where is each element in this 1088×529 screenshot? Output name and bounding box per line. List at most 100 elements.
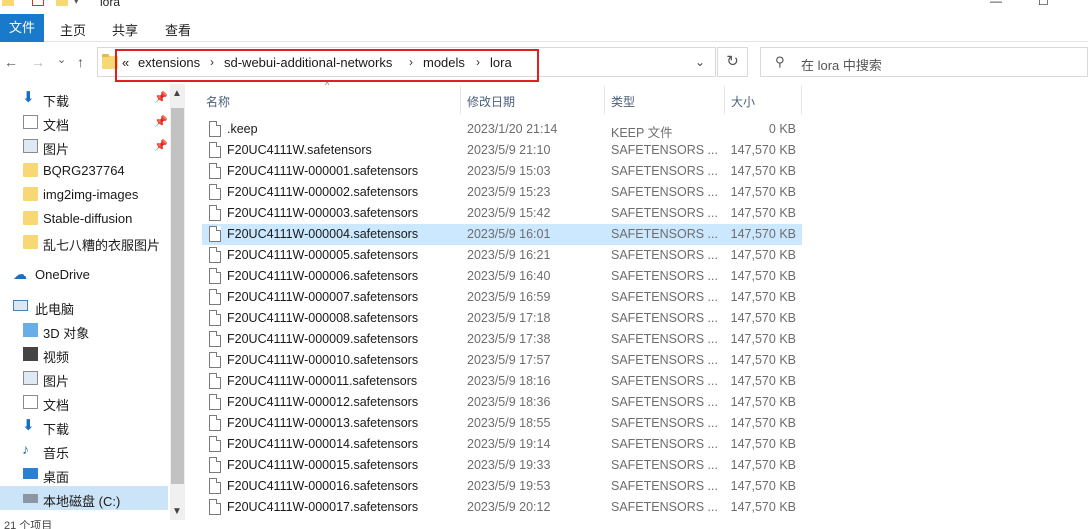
- scroll-up-icon[interactable]: ▲: [172, 88, 182, 99]
- file-row[interactable]: F20UC4111W-000012.safetensors 2023/5/9 18…: [202, 392, 802, 413]
- file-icon: [209, 163, 221, 179]
- column-divider[interactable]: [724, 86, 725, 114]
- file-row[interactable]: F20UC4111W-000004.safetensors 2023/5/9 16…: [202, 224, 802, 245]
- file-row[interactable]: F20UC4111W-000007.safetensors 2023/5/9 16…: [202, 287, 802, 308]
- sidebar-item-stable-diffusion[interactable]: Stable-diffusion: [0, 206, 168, 230]
- forward-button[interactable]: →: [31, 55, 45, 69]
- file-row[interactable]: F20UC4111W-000015.safetensors 2023/5/9 19…: [202, 455, 802, 476]
- file-size: 147,570 KB: [730, 290, 796, 304]
- file-date: 2023/5/9 15:03: [467, 164, 551, 178]
- search-input[interactable]: 在 lora 中搜索: [801, 55, 882, 74]
- file-row[interactable]: F20UC4111W-000010.safetensors 2023/5/9 17…: [202, 350, 802, 371]
- tab-home[interactable]: 主页: [60, 20, 86, 39]
- new-folder-icon[interactable]: [56, 0, 68, 6]
- file-row[interactable]: F20UC4111W-000002.safetensors 2023/5/9 15…: [202, 182, 802, 203]
- sidebar-item-label: Stable-diffusion: [43, 211, 133, 226]
- picture-icon: [23, 371, 38, 385]
- file-row[interactable]: .keep 2023/1/20 21:14 KEEP 文件 0 KB: [202, 119, 802, 140]
- file-row[interactable]: F20UC4111W-000017.safetensors 2023/5/9 20…: [202, 497, 802, 518]
- column-divider[interactable]: [801, 86, 802, 114]
- file-row[interactable]: F20UC4111W-000011.safetensors 2023/5/9 18…: [202, 371, 802, 392]
- sidebar-item-music[interactable]: ♪ 音乐: [0, 438, 168, 462]
- file-size: 147,570 KB: [730, 143, 796, 157]
- sidebar-item-this-pc[interactable]: 此电脑: [0, 294, 168, 318]
- file-icon: [209, 478, 221, 494]
- recent-locations-button[interactable]: ⌄: [57, 53, 66, 67]
- properties-icon[interactable]: [32, 0, 44, 6]
- file-icon: [209, 394, 221, 410]
- file-name: F20UC4111W-000002.safetensors: [227, 185, 419, 199]
- file-name: F20UC4111W-000011.safetensors: [227, 374, 418, 388]
- column-header-date[interactable]: 修改日期: [467, 93, 515, 110]
- address-bar[interactable]: « extensions › sd-webui-additional-netwo…: [97, 47, 716, 77]
- file-row[interactable]: F20UC4111W-000005.safetensors 2023/5/9 16…: [202, 245, 802, 266]
- search-box[interactable]: ⚲ 在 lora 中搜索: [760, 47, 1088, 77]
- sidebar-item-bqrg237764[interactable]: BQRG237764: [0, 158, 168, 182]
- file-icon: [209, 499, 221, 515]
- folder-icon: [23, 211, 38, 225]
- back-button[interactable]: ←: [4, 55, 18, 69]
- sidebar-item-3d-objects[interactable]: 3D 对象: [0, 318, 168, 342]
- sidebar-item-downloads-pc[interactable]: ⬇ 下载: [0, 414, 168, 438]
- folder-icon: [102, 54, 118, 69]
- chevron-right-icon[interactable]: ›: [210, 55, 214, 69]
- sidebar-item-videos[interactable]: 视频: [0, 342, 168, 366]
- file-row[interactable]: F20UC4111W-000006.safetensors 2023/5/9 16…: [202, 266, 802, 287]
- column-header-type[interactable]: 类型: [611, 93, 635, 110]
- breadcrumb-sd-webui-additional-networks[interactable]: sd-webui-additional-networks: [224, 55, 392, 70]
- tab-share[interactable]: 共享: [112, 20, 138, 39]
- refresh-button[interactable]: ↻: [717, 47, 748, 77]
- file-icon: [209, 247, 221, 263]
- file-date: 2023/5/9 17:57: [467, 353, 551, 367]
- sidebar-item-label: 图片: [43, 142, 70, 157]
- file-row[interactable]: F20UC4111W-000001.safetensors 2023/5/9 15…: [202, 161, 802, 182]
- file-type: SAFETENSORS ...: [611, 269, 718, 283]
- sidebar-item-label: 3D 对象: [43, 326, 90, 341]
- file-row[interactable]: F20UC4111W-000014.safetensors 2023/5/9 19…: [202, 434, 802, 455]
- sidebar-item-documents[interactable]: 文档 📌: [0, 110, 168, 134]
- breadcrumb-extensions[interactable]: extensions: [138, 55, 200, 70]
- column-header-size[interactable]: 大小: [731, 93, 755, 110]
- column-header-name[interactable]: 名称: [206, 93, 230, 110]
- sidebar-item-onedrive[interactable]: ☁ OneDrive: [0, 262, 168, 286]
- chevron-right-icon[interactable]: ›: [476, 55, 480, 69]
- document-icon: [23, 395, 38, 409]
- file-row[interactable]: F20UC4111W-000013.safetensors 2023/5/9 18…: [202, 413, 802, 434]
- minimize-button[interactable]: —: [990, 0, 1002, 8]
- file-row[interactable]: F20UC4111W-000016.safetensors 2023/5/9 19…: [202, 476, 802, 497]
- chevron-down-icon[interactable]: ⌄: [695, 55, 705, 69]
- file-name: F20UC4111W-000017.safetensors: [227, 500, 419, 514]
- scroll-down-icon[interactable]: ▼: [172, 506, 182, 517]
- file-type: KEEP 文件: [611, 126, 673, 140]
- file-row[interactable]: F20UC4111W-000009.safetensors 2023/5/9 17…: [202, 329, 802, 350]
- file-name: F20UC4111W-000005.safetensors: [227, 248, 419, 262]
- column-divider[interactable]: [460, 86, 461, 114]
- breadcrumb-lora[interactable]: lora: [490, 55, 512, 70]
- sidebar-item-desktop[interactable]: 桌面: [0, 462, 168, 486]
- file-name: F20UC4111W-000010.safetensors: [227, 353, 419, 367]
- sidebar-scrollbar-thumb[interactable]: [171, 108, 184, 484]
- file-icon: [209, 205, 221, 221]
- sidebar-item-clothes-pictures[interactable]: 乱七八糟的衣服图片: [0, 230, 168, 254]
- sidebar-item-local-disk-c[interactable]: 本地磁盘 (C:): [0, 486, 168, 510]
- sidebar-item-pictures[interactable]: 图片 📌: [0, 134, 168, 158]
- quick-access-dropdown-icon[interactable]: ▾: [74, 0, 79, 7]
- sidebar-item-downloads[interactable]: ⬇ 下载 📌: [0, 86, 168, 110]
- file-icon: [209, 184, 221, 200]
- tab-file[interactable]: 文件: [0, 14, 44, 42]
- chevron-right-icon[interactable]: ›: [409, 55, 413, 69]
- file-row[interactable]: F20UC4111W.safetensors 2023/5/9 21:10 SAFE…: [202, 140, 802, 161]
- maximize-button[interactable]: ☐: [1038, 0, 1049, 8]
- file-row[interactable]: F20UC4111W-000003.safetensors 2023/5/9 15…: [202, 203, 802, 224]
- up-button[interactable]: ↑: [77, 55, 84, 69]
- breadcrumb-overflow[interactable]: «: [122, 55, 129, 70]
- file-row[interactable]: F20UC4111W-000008.safetensors 2023/5/9 17…: [202, 308, 802, 329]
- sidebar-item-img2img-images[interactable]: img2img-images: [0, 182, 168, 206]
- sidebar-item-documents-pc[interactable]: 文档: [0, 390, 168, 414]
- breadcrumb-models[interactable]: models: [423, 55, 465, 70]
- file-date: 2023/5/9 16:01: [467, 227, 551, 241]
- sidebar-item-pictures-pc[interactable]: 图片: [0, 366, 168, 390]
- file-list-header: 名称 修改日期 类型 大小: [200, 86, 802, 114]
- tab-view[interactable]: 查看: [165, 20, 191, 39]
- column-divider[interactable]: [604, 86, 605, 114]
